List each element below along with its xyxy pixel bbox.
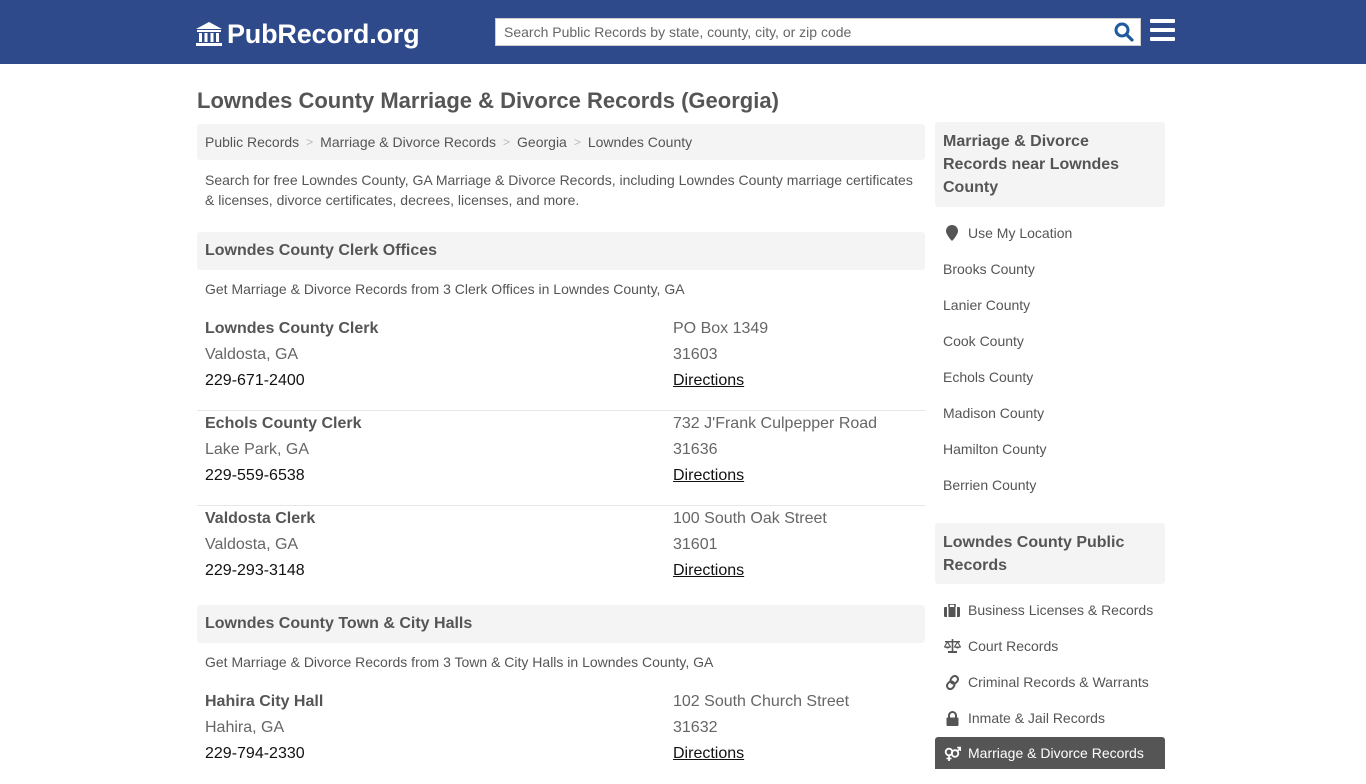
sidebar-nearby-heading: Marriage & Divorce Records near Lowndes …: [935, 122, 1165, 207]
search-input[interactable]: [496, 19, 1106, 45]
office-address: PO Box 1349: [673, 320, 769, 337]
breadcrumb-separator: >: [573, 135, 581, 149]
office-zip: 31636: [673, 441, 718, 458]
office-zip: 31603: [673, 346, 718, 363]
scales-icon: [943, 638, 961, 654]
genders-icon: [943, 745, 961, 761]
sidebar-item-criminal-records[interactable]: Criminal Records & Warrants: [935, 666, 1165, 698]
directions-link[interactable]: Directions: [673, 745, 744, 762]
site-logo[interactable]: PubRecord.org: [195, 18, 420, 50]
office-phone[interactable]: 229-671-2400: [205, 368, 378, 394]
use-my-location-button[interactable]: Use My Location: [935, 217, 1165, 249]
nearby-county-link[interactable]: Echols County: [935, 361, 1165, 393]
office-listing: Hahira City Hall Hahira, GA 229-794-2330…: [197, 689, 925, 784]
sidebar-item-label: Inmate & Jail Records: [968, 710, 1105, 726]
office-zip: 31601: [673, 536, 718, 553]
link-icon: [943, 674, 961, 690]
office-listing: Valdosta Clerk Valdosta, GA 229-293-3148…: [197, 506, 925, 601]
nearby-county-link[interactable]: Madison County: [935, 397, 1165, 429]
sidebar-item-business-licenses[interactable]: Business Licenses & Records: [935, 594, 1165, 626]
office-city: Valdosta, GA: [205, 536, 299, 553]
sidebar-item-label: Business Licenses & Records: [968, 602, 1154, 618]
briefcase-icon: [943, 602, 961, 618]
search-box: [495, 18, 1141, 46]
page-title: Lowndes County Marriage & Divorce Record…: [197, 88, 779, 113]
use-my-location-label: Use My Location: [968, 225, 1073, 241]
sidebar-item-label: Criminal Records & Warrants: [968, 674, 1149, 690]
courthouse-icon: [195, 21, 223, 47]
search-button[interactable]: [1112, 21, 1136, 43]
office-address: 732 J'Frank Culpepper Road: [673, 415, 878, 432]
office-name: Valdosta Clerk: [205, 510, 316, 527]
nearby-county-link[interactable]: Cook County: [935, 325, 1165, 357]
office-phone[interactable]: 229-559-6538: [205, 463, 361, 489]
top-navbar: PubRecord.org: [0, 0, 1366, 64]
sidebar-item-label: Court Records: [968, 638, 1059, 654]
hamburger-menu-icon[interactable]: [1150, 19, 1176, 43]
section-subtitle: Get Marriage & Divorce Records from 3 Cl…: [205, 281, 685, 297]
lock-icon: [943, 710, 961, 726]
sidebar-item-marriage-divorce[interactable]: Marriage & Divorce Records: [935, 737, 1165, 769]
directions-link[interactable]: Directions: [673, 467, 744, 484]
office-phone[interactable]: 229-794-2330: [205, 741, 323, 767]
directions-link[interactable]: Directions: [673, 372, 744, 389]
office-zip: 31632: [673, 719, 718, 736]
section-subtitle: Get Marriage & Divorce Records from 3 To…: [205, 654, 714, 670]
office-city: Hahira, GA: [205, 719, 285, 736]
office-name: Echols County Clerk: [205, 415, 362, 432]
logo-text: PubRecord.org: [227, 18, 420, 49]
directions-link[interactable]: Directions: [673, 562, 744, 579]
office-phone[interactable]: 229-293-3148: [205, 558, 315, 584]
breadcrumb-separator: >: [503, 135, 511, 149]
breadcrumb-lowndes-county[interactable]: Lowndes County: [588, 134, 692, 150]
breadcrumb-separator: >: [306, 135, 314, 149]
nearby-county-link[interactable]: Brooks County: [935, 253, 1165, 285]
breadcrumb-marriage-divorce[interactable]: Marriage & Divorce Records: [320, 134, 496, 150]
office-city: Valdosta, GA: [205, 346, 299, 363]
office-city: Lake Park, GA: [205, 441, 310, 458]
intro-text: Search for free Lowndes County, GA Marri…: [205, 172, 913, 208]
search-icon: [1114, 22, 1134, 42]
map-marker-icon: [943, 225, 961, 241]
sidebar-item-inmate-records[interactable]: Inmate & Jail Records: [935, 702, 1165, 734]
breadcrumb: Public Records > Marriage & Divorce Reco…: [197, 124, 925, 160]
office-address: 102 South Church Street: [673, 693, 850, 710]
section-heading-clerk-offices: Lowndes County Clerk Offices: [197, 232, 925, 270]
office-name: Hahira City Hall: [205, 693, 324, 710]
nearby-county-link[interactable]: Lanier County: [935, 289, 1165, 321]
sidebar-public-records-heading: Lowndes County Public Records: [935, 523, 1165, 584]
sidebar-item-label: Marriage & Divorce Records: [968, 745, 1144, 761]
nearby-county-link[interactable]: Berrien County: [935, 469, 1165, 501]
sidebar-item-court-records[interactable]: Court Records: [935, 630, 1165, 662]
nearby-county-link[interactable]: Hamilton County: [935, 433, 1165, 465]
office-name: Lowndes County Clerk: [205, 320, 379, 337]
breadcrumb-georgia[interactable]: Georgia: [517, 134, 567, 150]
breadcrumb-public-records[interactable]: Public Records: [205, 134, 299, 150]
office-listing: Echols County Clerk Lake Park, GA 229-55…: [197, 411, 925, 506]
office-address: 100 South Oak Street: [673, 510, 827, 527]
section-heading-city-halls: Lowndes County Town & City Halls: [197, 605, 925, 643]
office-listing: Lowndes County Clerk Valdosta, GA 229-67…: [197, 316, 925, 411]
